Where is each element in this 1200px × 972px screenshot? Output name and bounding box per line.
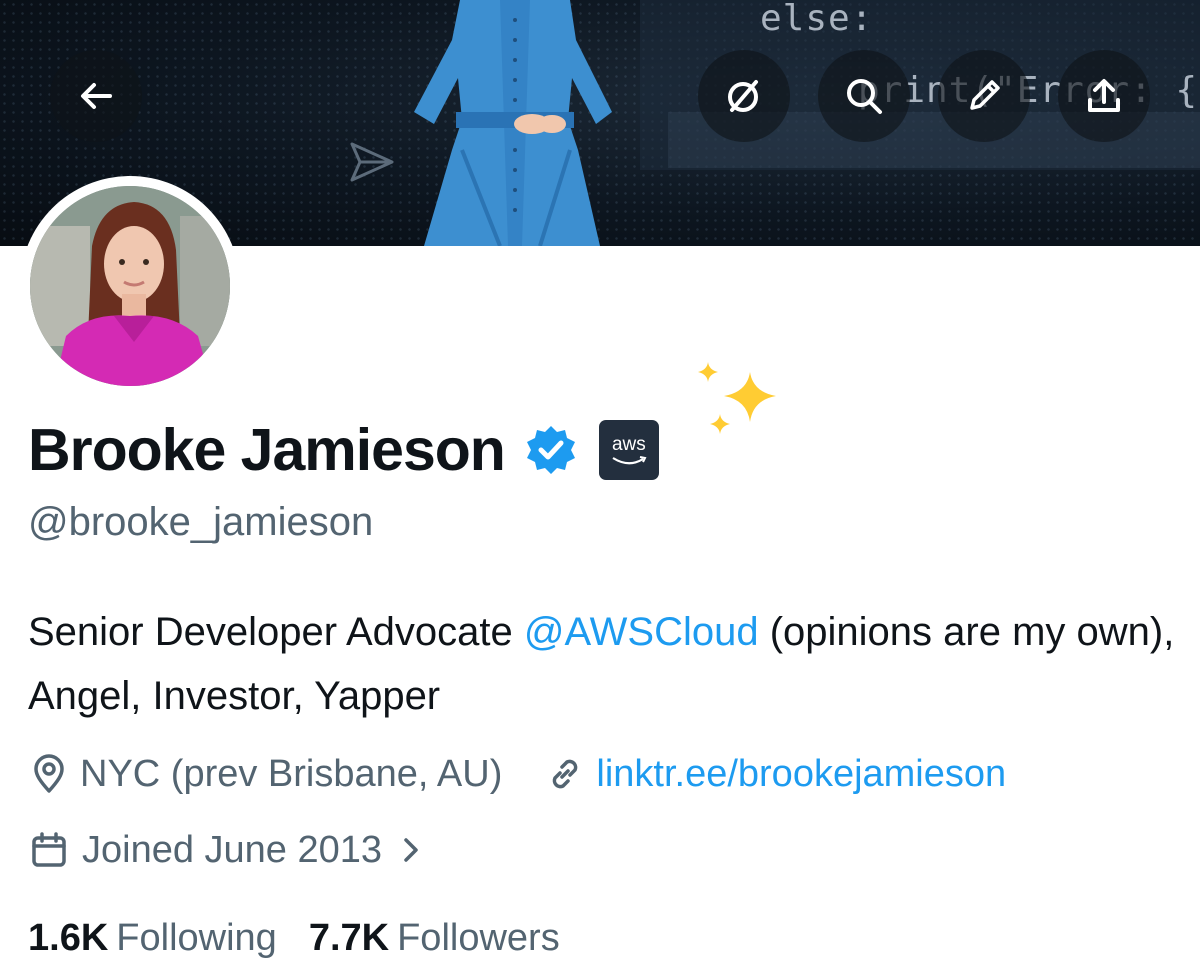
followers-link[interactable]: 7.7K Followers [309, 917, 560, 960]
search-icon [847, 79, 882, 114]
edit-button[interactable] [938, 50, 1030, 142]
follow-stats: 1.6K Following 7.7K Followers [28, 908, 560, 968]
bio-text: Senior Developer Advocate [28, 610, 524, 654]
speaker-figure [414, 0, 612, 246]
website-item[interactable]: linktr.ee/brookejamieson [544, 753, 1006, 796]
avatar-photo [30, 186, 230, 386]
followers-label: Followers [397, 916, 560, 959]
followers-count: 7.7K [308, 916, 390, 959]
profile-handle: @brooke_jamieson [28, 500, 374, 544]
location-text: NYC (prev Brisbane, AU) [80, 752, 503, 795]
paper-plane-icon [350, 142, 394, 182]
following-link[interactable]: 1.6K Following [28, 917, 277, 960]
location-pin-icon [34, 754, 64, 793]
joined-date: Joined June 2013 [82, 828, 383, 871]
share-button[interactable] [1058, 50, 1150, 142]
profile-meta-row: NYC (prev Brisbane, AU) linktr.ee/brooke… [28, 744, 1006, 804]
chevron-right-icon[interactable] [396, 835, 426, 865]
following-label: Following [116, 916, 277, 959]
bio-mention-link[interactable]: @AWSCloud [524, 610, 759, 654]
affiliate-badge[interactable]: aws [598, 420, 659, 480]
avatar-frame[interactable] [20, 176, 240, 396]
display-name: Brooke Jamieson [28, 417, 506, 483]
share-icon [1088, 79, 1120, 112]
location-item: NYC (prev Brisbane, AU) [28, 753, 502, 796]
joined-row[interactable]: Joined June 2013 [28, 820, 426, 880]
profile-name-row: Brooke Jamieson aws [28, 414, 659, 486]
link-icon [553, 759, 578, 789]
verified-badge-icon[interactable] [525, 424, 577, 476]
arrow-left-icon [81, 83, 112, 109]
calendar-icon [32, 832, 66, 867]
pencil-icon [970, 80, 1000, 110]
grok-button[interactable] [698, 50, 790, 142]
avatar[interactable] [30, 186, 230, 386]
profile-bio: Senior Developer Advocate @AWSCloud (opi… [28, 600, 1178, 728]
banner-code-line: else: [760, 0, 874, 39]
back-button[interactable] [50, 50, 142, 142]
affiliate-badge-label: aws [611, 434, 646, 455]
sparkles-emoji [698, 362, 776, 434]
aws-smile-icon [612, 456, 647, 465]
website-link[interactable]: linktr.ee/brookejamieson [596, 753, 1006, 796]
search-button[interactable] [818, 50, 910, 142]
following-count: 1.6K [28, 916, 109, 959]
grok-icon [728, 80, 758, 112]
